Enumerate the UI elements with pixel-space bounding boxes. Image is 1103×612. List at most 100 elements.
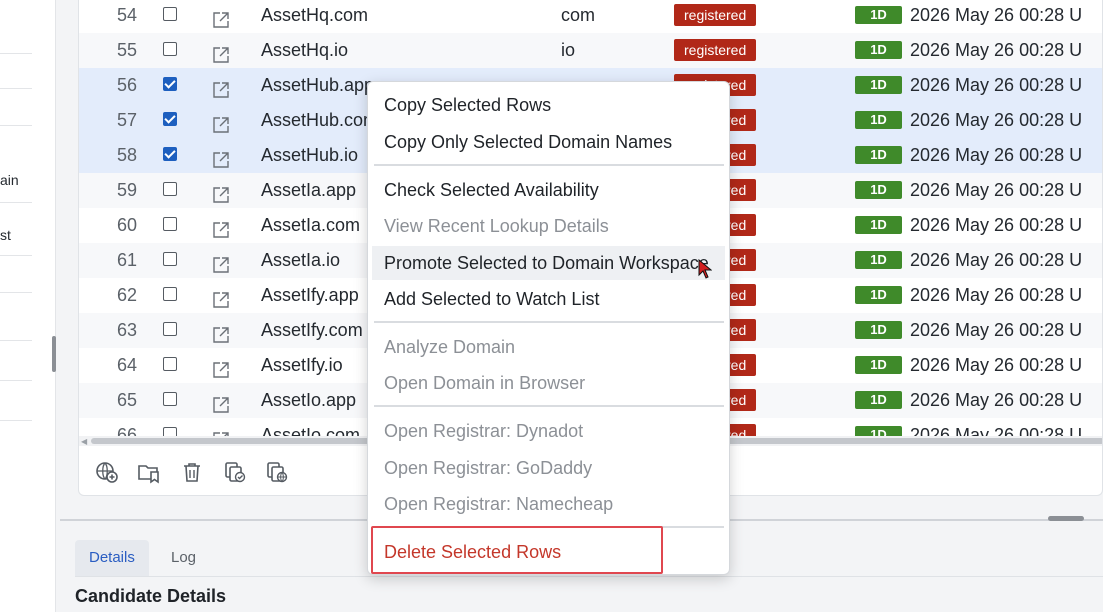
copy-domains-button[interactable] [265,460,289,484]
age-badge: 1D [855,426,902,436]
domain-name: AssetIfy.io [261,355,343,375]
open-link-icon[interactable] [212,391,230,413]
row-checkbox[interactable] [163,252,177,266]
row-number: 57 [116,110,137,130]
domain-name: AssetHq.io [261,40,349,60]
row-checkbox[interactable] [163,217,177,231]
menu-item-analyze-domain[interactable]: Analyze Domain [372,330,725,364]
open-link-icon[interactable] [212,251,230,273]
checked-date: 2026 May 26 00:28 U [910,425,1083,436]
lookup-add-button[interactable] [95,460,119,484]
row-checkbox[interactable] [163,357,177,371]
open-link-icon[interactable] [212,41,230,63]
checked-date: 2026 May 26 00:28 U [910,320,1083,340]
row-checkbox[interactable] [163,112,177,126]
row-number: 65 [116,390,137,410]
row-number: 56 [116,75,137,95]
checked-date: 2026 May 26 00:28 U [910,5,1083,25]
menu-item-copy-selected-rows[interactable]: Copy Selected Rows [372,88,725,122]
checked-date: 2026 May 26 00:28 U [910,75,1083,95]
menu-item-check-availability[interactable]: Check Selected Availability [372,173,725,207]
domain-name: AssetIfy.app [261,285,359,305]
save-to-folder-button[interactable] [137,460,161,484]
open-link-icon[interactable] [212,111,230,133]
sidebar-item-label[interactable]: st [0,227,11,243]
row-checkbox[interactable] [163,322,177,336]
open-link-icon[interactable] [212,6,230,28]
menu-item-promote-to-workspace[interactable]: Promote Selected to Domain Workspace [372,246,725,280]
checked-date: 2026 May 26 00:28 U [910,250,1083,270]
domain-name: AssetHq.com [261,5,369,25]
age-badge: 1D [855,356,902,374]
domain-name: AssetHub.com [261,110,379,130]
row-number: 60 [116,215,137,235]
row-number: 59 [116,180,137,200]
copy-globe-icon [267,462,288,483]
row-checkbox[interactable] [163,77,177,91]
mouse-cursor-icon [698,259,712,279]
row-checkbox[interactable] [163,287,177,301]
age-badge: 1D [855,391,902,409]
row-checkbox[interactable] [163,7,177,21]
menu-item-open-in-browser[interactable]: Open Domain in Browser [372,366,725,400]
sidebar-divider [0,292,32,293]
age-badge: 1D [855,286,902,304]
row-checkbox[interactable] [163,182,177,196]
status-badge: registered [674,4,757,26]
checked-date: 2026 May 26 00:28 U [910,285,1083,305]
globe-add-icon [96,462,118,483]
open-link-icon[interactable] [212,286,230,308]
copy-checked-button[interactable] [223,460,247,484]
domain-name: AssetIo.app [261,390,357,410]
tab-details[interactable]: Details [75,540,149,576]
status-badge: registered [674,39,757,61]
menu-item-add-to-watch-list[interactable]: Add Selected to Watch List [372,282,725,316]
sidebar-divider [0,125,32,126]
app-window: ain st 54 AssetHq.com com registered 1D 2026 … [0,0,1103,612]
open-link-icon[interactable] [212,181,230,203]
menu-item-open-namecheap[interactable]: Open Registrar: Namecheap [372,487,725,521]
age-badge: 1D [855,41,902,59]
row-number: 64 [116,355,137,375]
row-checkbox[interactable] [163,392,177,406]
domain-name: AssetHub.io [261,145,359,165]
open-link-icon[interactable] [212,321,230,343]
open-link-icon[interactable] [212,426,230,436]
menu-separator [374,405,724,407]
sidebar-divider [0,202,32,203]
details-heading: Candidate Details [75,586,227,606]
delete-button[interactable] [180,460,204,484]
domain-name: AssetIa.app [261,180,357,200]
checked-date: 2026 May 26 00:28 U [910,215,1083,235]
open-link-icon[interactable] [212,216,230,238]
context-menu: Copy Selected Rows Copy Only Selected Do… [367,81,730,575]
checked-date: 2026 May 26 00:28 U [910,40,1083,60]
sidebar-item-label[interactable]: ain [0,172,19,188]
folder-bookmark-icon [138,465,159,484]
domain-name: AssetIa.io [261,250,341,270]
age-badge: 1D [855,181,902,199]
domain-name: AssetIfy.com [261,320,363,340]
menu-item-open-dynadot[interactable]: Open Registrar: Dynadot [372,414,725,448]
checked-date: 2026 May 26 00:28 U [910,390,1083,410]
scroll-left-icon[interactable]: ◀ [81,437,87,446]
menu-item-open-godaddy[interactable]: Open Registrar: GoDaddy [372,451,725,485]
sidebar-resize-handle[interactable] [52,336,56,372]
panel-resize-handle[interactable] [1048,516,1084,521]
row-checkbox[interactable] [163,42,177,56]
sidebar: ain st [0,0,56,612]
table-row[interactable]: 54 AssetHq.com com registered 1D 2026 May 26 … [79,0,1102,33]
row-number: 63 [116,320,137,340]
open-link-icon[interactable] [212,146,230,168]
row-checkbox[interactable] [163,147,177,161]
tld-cell: io [561,40,576,60]
menu-item-view-lookup-details[interactable]: View Recent Lookup Details [372,209,725,243]
open-link-icon[interactable] [212,76,230,98]
tab-log[interactable]: Log [157,540,210,576]
tabs-underline [75,576,1103,577]
table-row[interactable]: 55 AssetHq.io io registered 1D 2026 May 26 00… [79,33,1102,68]
row-checkbox[interactable] [163,427,177,436]
menu-item-copy-domain-names[interactable]: Copy Only Selected Domain Names [372,125,725,159]
menu-separator [374,321,724,323]
open-link-icon[interactable] [212,356,230,378]
